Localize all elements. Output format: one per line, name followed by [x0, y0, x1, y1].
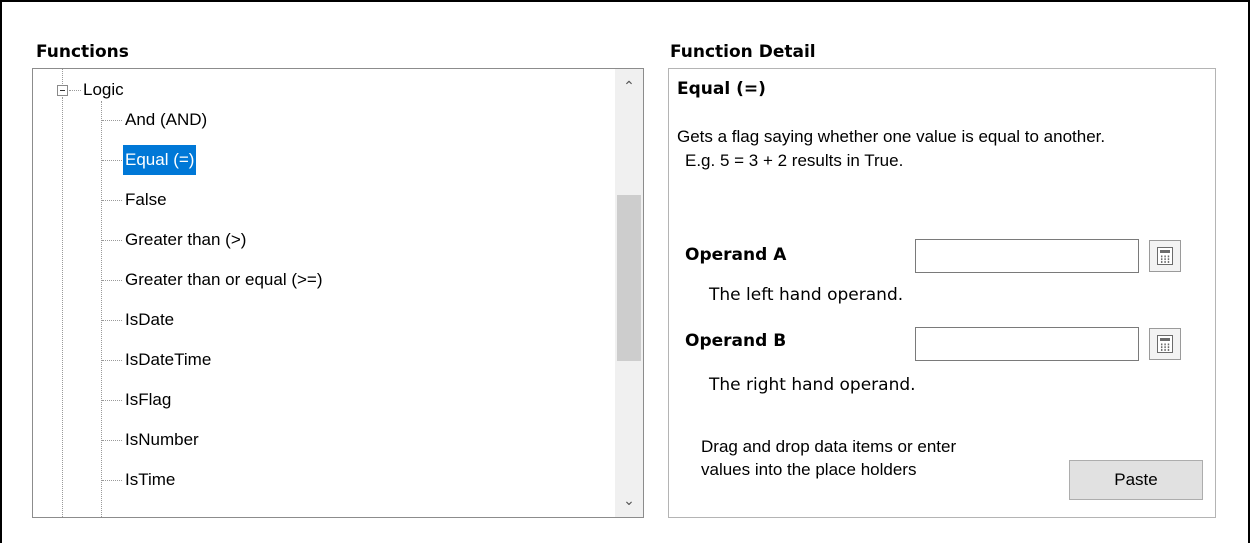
window-frame: Functions Function Detail Logic And (AND… — [0, 0, 1250, 543]
tree-connector — [102, 240, 122, 241]
operand-b-expression-button[interactable] — [1149, 328, 1181, 360]
function-name: Equal (=) — [677, 79, 766, 99]
tree-connector — [102, 160, 122, 161]
tree-item[interactable]: IsTime — [123, 465, 177, 495]
scroll-thumb[interactable] — [617, 195, 641, 361]
description-text: Gets a flag saying whether one value is … — [677, 127, 1106, 146]
operand-b-label: Operand B — [685, 331, 787, 351]
function-description: Gets a flag saying whether one value is … — [677, 125, 1207, 173]
tree-connector — [102, 400, 122, 401]
drag-hint-line: Drag and drop data items or enter — [701, 437, 957, 456]
operand-b-input[interactable] — [915, 327, 1139, 361]
function-detail-panel: Equal (=) Gets a flag saying whether one… — [668, 68, 1216, 518]
tree-connector — [102, 440, 122, 441]
tree-connector — [102, 280, 122, 281]
tree-connector — [62, 97, 63, 517]
tree-item[interactable]: Equal (=) — [123, 145, 197, 175]
example-text: E.g. 5 = 3 + 2 results in True. — [685, 151, 904, 170]
tree-connector — [62, 69, 63, 84]
tree-connector — [102, 200, 122, 201]
tree-item[interactable]: And (AND) — [123, 105, 209, 135]
tree-connector — [69, 90, 81, 91]
tree-node-logic[interactable]: Logic — [83, 79, 124, 101]
calculator-icon — [1157, 335, 1173, 353]
operand-a-help: The left hand operand. — [709, 285, 904, 305]
chevron-up-icon[interactable]: ⌃ — [615, 71, 643, 101]
tree-item[interactable]: Greater than or equal (>=) — [123, 265, 325, 295]
tree-item[interactable]: IsNumber — [123, 425, 201, 455]
paste-button[interactable]: Paste — [1069, 460, 1203, 500]
vertical-scrollbar[interactable]: ⌃ ⌄ — [615, 69, 643, 517]
drag-hint-line: values into the place holders — [701, 460, 917, 479]
function-detail-title: Function Detail — [670, 42, 816, 62]
operand-b-help: The right hand operand. — [709, 375, 916, 395]
tree-item[interactable]: False — [123, 185, 169, 215]
tree-connector — [102, 480, 122, 481]
tree-connector — [102, 320, 122, 321]
tree-connector — [102, 360, 122, 361]
tree-item[interactable]: IsDate — [123, 305, 176, 335]
operand-a-label: Operand A — [685, 245, 787, 265]
tree-connector — [101, 101, 102, 517]
operand-a-input[interactable] — [915, 239, 1139, 273]
operand-a-expression-button[interactable] — [1149, 240, 1181, 272]
tree-item[interactable]: IsFlag — [123, 385, 173, 415]
chevron-down-icon[interactable]: ⌄ — [615, 485, 643, 515]
drag-drop-hint: Drag and drop data items or enter values… — [701, 435, 1031, 481]
calculator-icon — [1157, 247, 1173, 265]
tree-item[interactable]: IsDateTime — [123, 345, 213, 375]
functions-title: Functions — [36, 42, 129, 62]
tree-item[interactable]: Greater than (>) — [123, 225, 248, 255]
functions-tree[interactable]: Logic And (AND) Equal (=) False Greater tha… — [32, 68, 644, 518]
collapse-icon[interactable] — [57, 85, 68, 96]
tree-connector — [102, 120, 122, 121]
